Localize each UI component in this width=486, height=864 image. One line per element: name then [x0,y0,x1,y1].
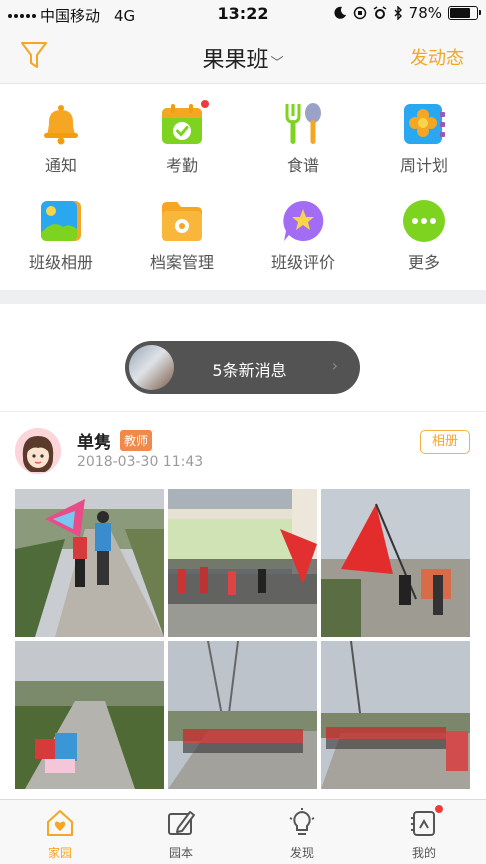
star-bubble-icon [281,199,325,243]
attendance-calendar-icon [160,99,210,146]
feature-class-evaluation[interactable]: 班级评价 [253,199,353,273]
post-photo[interactable] [321,489,470,637]
orientation-lock-icon [353,6,366,20]
bottom-tab-bar: 家园 园本 发现 我的 [0,799,486,864]
weekly-plan-flower-icon [402,102,446,146]
nav-bar: 果果班 ﹀ 发动态 [0,28,486,84]
feature-label: 考勤 [165,156,198,175]
battery-percent: 78% [408,4,442,22]
battery-fill [450,8,471,18]
tab-label: 发现 [289,846,314,860]
feature-label: 通知 [44,156,77,175]
role-badge: 教师 [120,430,153,451]
feature-more[interactable]: 更多 [374,199,474,273]
album-button[interactable]: 相册 [420,430,470,454]
post-photo[interactable] [168,641,317,789]
tab-home[interactable]: 家园 [15,808,105,861]
feature-grid: 通知 考勤 食谱 周计划 班级相册 档案管理 班级评价 更多 [0,85,486,290]
new-messages-text: 5条新消息 [212,361,287,380]
avatar[interactable] [15,428,61,474]
tab-label: 园本 [168,846,193,860]
profile-badge [434,804,444,814]
status-bar: 中国移动 4G 13:22 78% [0,0,486,28]
bluetooth-icon [394,6,402,20]
feature-label: 更多 [407,253,440,272]
tab-kindergarten[interactable]: 园本 [136,808,226,861]
alarm-icon [373,6,387,19]
feature-menu[interactable]: 食谱 [253,102,353,176]
status-icons: 78% [333,4,481,22]
class-name: 果果班 [202,48,269,73]
archive-folder-icon [160,199,204,243]
lightbulb-icon [287,808,317,838]
post-timestamp: 2018-03-30 11:43 [77,454,204,470]
profile-book-icon [409,804,444,838]
post-update-button[interactable]: 发动态 [410,44,464,70]
moon-icon [334,6,346,19]
tab-mine[interactable]: 我的 [379,804,469,861]
chevron-right-icon: › [331,356,338,375]
section-divider [0,290,486,304]
photo-album-icon [39,199,83,243]
home-heart-icon [45,808,75,838]
tab-discover[interactable]: 发现 [257,808,347,861]
notebook-pen-icon [166,808,196,838]
feature-notice[interactable]: 通知 [11,102,111,176]
attendance-badge [200,99,210,109]
feature-class-album[interactable]: 班级相册 [11,199,111,273]
feed-separator [0,411,486,412]
post-header: 单隽 教师 2018-03-30 11:43 相册 [0,420,486,482]
battery-icon [448,6,481,20]
bell-icon [39,102,83,146]
tab-label: 我的 [411,846,436,860]
author-name: 单隽 [77,433,111,453]
post-photo[interactable] [15,641,164,789]
post-photo[interactable] [15,489,164,637]
fork-spoon-icon [281,102,325,146]
feature-archive[interactable]: 档案管理 [132,199,232,273]
post-photo[interactable] [168,489,317,637]
feature-label: 周计划 [399,156,448,175]
post-photo[interactable] [321,641,470,789]
feature-label: 班级评价 [270,253,335,272]
chevron-down-icon: ﹀ [270,56,284,71]
feature-label: 班级相册 [28,253,93,272]
feature-label: 档案管理 [149,253,214,272]
new-messages-button[interactable]: 5条新消息 › [125,341,360,394]
tab-label: 家园 [47,846,72,860]
feature-attendance[interactable]: 考勤 [132,99,232,176]
feature-weekly-plan[interactable]: 周计划 [374,102,474,176]
feature-label: 食谱 [286,156,319,175]
more-dots-icon [402,199,446,243]
